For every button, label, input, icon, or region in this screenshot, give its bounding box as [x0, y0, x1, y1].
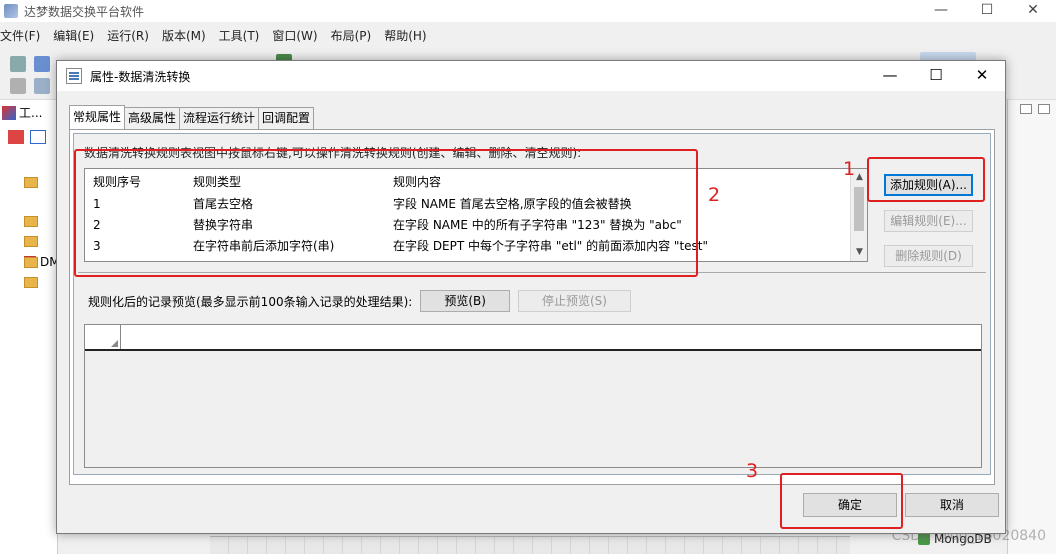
scroll-thumb[interactable]: [854, 187, 864, 231]
export-icon[interactable]: [30, 130, 46, 144]
dialog-window-controls: — ☐ ✕: [867, 61, 1005, 91]
menu-run[interactable]: 运行(R): [107, 27, 156, 44]
tool-icon[interactable]: [10, 78, 26, 94]
folder-icon[interactable]: [24, 216, 38, 227]
app-logo-icon: [4, 4, 18, 18]
preview-grid-header: [85, 325, 981, 351]
menu-version[interactable]: 版本(M): [162, 27, 213, 44]
close-icon[interactable]: ✕: [1010, 0, 1056, 22]
cancel-button[interactable]: 取消: [905, 493, 999, 517]
annotation-box-ok: [780, 473, 903, 529]
scroll-down-icon[interactable]: ▼: [851, 244, 868, 261]
menu-edit[interactable]: 编辑(E): [53, 27, 101, 44]
annotation-box-add-rule: [867, 157, 985, 202]
menu-file[interactable]: 文件(F): [0, 27, 47, 44]
app-window-controls: — ☐ ✕: [918, 0, 1056, 22]
dialog-title: 属性-数据清洗转换: [90, 69, 191, 84]
dialog-minimize-icon[interactable]: —: [867, 61, 913, 91]
annotation-number: 3: [746, 460, 759, 482]
left-panel-tab[interactable]: 工...: [2, 104, 42, 121]
menu-help[interactable]: 帮助(H): [384, 27, 433, 44]
menu-tools[interactable]: 工具(T): [219, 27, 267, 44]
folder-icon[interactable]: [24, 236, 38, 247]
project-icon[interactable]: [8, 130, 24, 144]
menu-window[interactable]: 窗口(W): [272, 27, 324, 44]
maximize-icon[interactable]: ☐: [964, 0, 1010, 22]
panel-minimize-icon[interactable]: [1020, 104, 1032, 114]
preview-row: 规则化后的记录预览(最多显示前100条输入记录的处理结果): 预览(B) 停止预…: [88, 290, 631, 312]
dialog-icon: [66, 68, 82, 84]
tab-callback[interactable]: 回调配置: [258, 107, 315, 129]
panel-restore-icon[interactable]: [1038, 104, 1050, 114]
preview-button[interactable]: 预览(B): [420, 290, 510, 312]
properties-dialog: 属性-数据清洗转换 — ☐ ✕ 常规属性 高级属性 流程运行统计 回调配置 数据…: [56, 60, 1006, 534]
edit-rule-button[interactable]: 编辑规则(E)...: [884, 210, 973, 232]
annotation-number: 2: [708, 184, 721, 206]
delete-rule-button[interactable]: 删除规则(D): [884, 245, 973, 267]
left-panel: 工... DM: [0, 100, 60, 554]
annotation-number: 1: [843, 158, 856, 180]
dialog-titlebar: 属性-数据清洗转换 — ☐ ✕: [57, 61, 1005, 91]
annotation-box-rules-table: [74, 149, 698, 277]
dialog-maximize-icon[interactable]: ☐: [913, 61, 959, 91]
tab-general[interactable]: 常规属性: [69, 105, 126, 129]
preview-label: 规则化后的记录预览(最多显示前100条输入记录的处理结果):: [88, 294, 413, 309]
tool-icon[interactable]: [34, 56, 50, 72]
minimize-icon[interactable]: —: [918, 0, 964, 22]
right-panel: [1007, 100, 1056, 554]
menu-layout[interactable]: 布局(P): [331, 27, 379, 44]
tab-advanced[interactable]: 高级属性: [124, 107, 181, 129]
grid-corner[interactable]: [85, 325, 121, 349]
folder-icon[interactable]: [24, 277, 38, 288]
stop-preview-button[interactable]: 停止预览(S): [517, 290, 631, 312]
dialog-close-icon[interactable]: ✕: [959, 61, 1005, 91]
project-icon: [2, 105, 16, 120]
canvas-grid-strip: [210, 536, 850, 554]
tab-run-stats[interactable]: 流程运行统计: [179, 107, 260, 129]
rules-table-scrollbar[interactable]: ▲ ▼: [850, 169, 867, 261]
tool-icon[interactable]: [10, 56, 26, 72]
app-titlebar: 达梦数据交换平台软件 — ☐ ✕: [0, 0, 1056, 22]
app-title: 达梦数据交换平台软件: [24, 4, 145, 19]
app-menubar: 文件(F) 编辑(E) 运行(R) 版本(M) 工具(T) 窗口(W) 布局(P…: [0, 24, 1056, 46]
dialog-tabs: 常规属性 高级属性 流程运行统计 回调配置: [69, 105, 315, 129]
folder-icon[interactable]: [24, 257, 38, 268]
folder-icon[interactable]: [24, 177, 38, 188]
preview-grid[interactable]: [84, 324, 982, 468]
tool-icon[interactable]: [34, 78, 50, 94]
